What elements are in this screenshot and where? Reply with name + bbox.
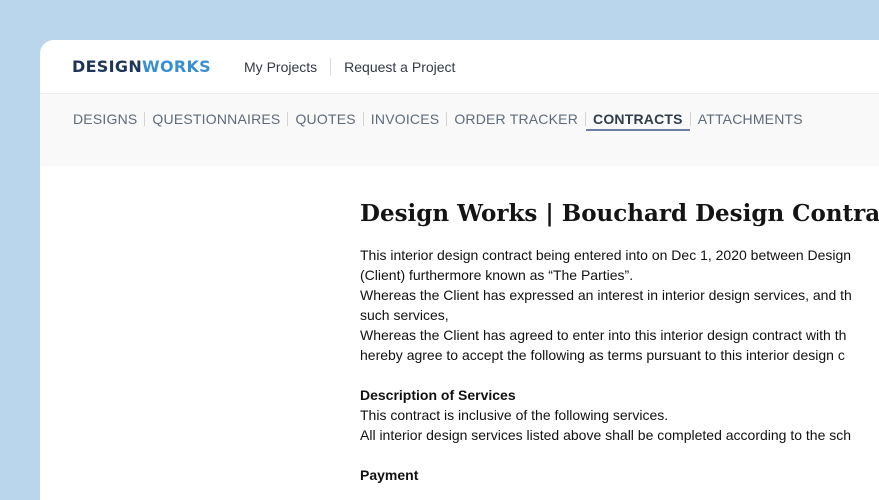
- tab-invoices[interactable]: INVOICES: [364, 110, 447, 128]
- tab-questionnaires[interactable]: QUESTIONNAIRES: [145, 110, 287, 128]
- tab-quotes[interactable]: QUOTES: [288, 110, 362, 128]
- nav-request-project[interactable]: Request a Project: [331, 59, 468, 75]
- tab-attachments[interactable]: ATTACHMENTS: [691, 110, 810, 128]
- services-line: This contract is inclusive of the follow…: [360, 407, 669, 423]
- tab-order-tracker[interactable]: ORDER TRACKER: [447, 110, 585, 128]
- contract-document: Design Works | Bouchard Design Contract …: [360, 200, 879, 485]
- intro-line: Whereas the Client has agreed to enter i…: [360, 327, 847, 343]
- intro-line: hereby agree to accept the following as …: [360, 347, 845, 363]
- brand-logo-part2: WORKS: [142, 57, 212, 76]
- intro-line: Whereas the Client has expressed an inte…: [360, 287, 852, 303]
- payment-heading: Payment: [360, 467, 419, 483]
- tab-designs[interactable]: DESIGNS: [73, 110, 144, 128]
- services-heading: Description of Services: [360, 387, 516, 403]
- contract-title: Design Works | Bouchard Design Contract: [360, 200, 879, 227]
- brand-logo-part1: DESIGN: [72, 57, 143, 76]
- services-body: This contract is inclusive of the follow…: [360, 405, 879, 445]
- top-header: DESIGNWORKS My Projects Request a Projec…: [40, 40, 879, 94]
- services-line: All interior design services listed abov…: [360, 427, 852, 443]
- intro-line: This interior design contract being ente…: [360, 247, 852, 263]
- nav-my-projects[interactable]: My Projects: [244, 59, 330, 75]
- section-tabs: DESIGNS QUESTIONNAIRES QUOTES INVOICES O…: [40, 94, 879, 166]
- brand-logo[interactable]: DESIGNWORKS: [72, 57, 211, 76]
- top-nav: My Projects Request a Project: [244, 57, 468, 76]
- intro-line: (Client) furthermore known as “The Parti…: [360, 267, 634, 283]
- tab-contracts[interactable]: CONTRACTS: [586, 110, 690, 131]
- contract-intro: This interior design contract being ente…: [360, 245, 879, 365]
- intro-line: such services,: [360, 307, 449, 323]
- app-window: DESIGNWORKS My Projects Request a Projec…: [40, 40, 879, 500]
